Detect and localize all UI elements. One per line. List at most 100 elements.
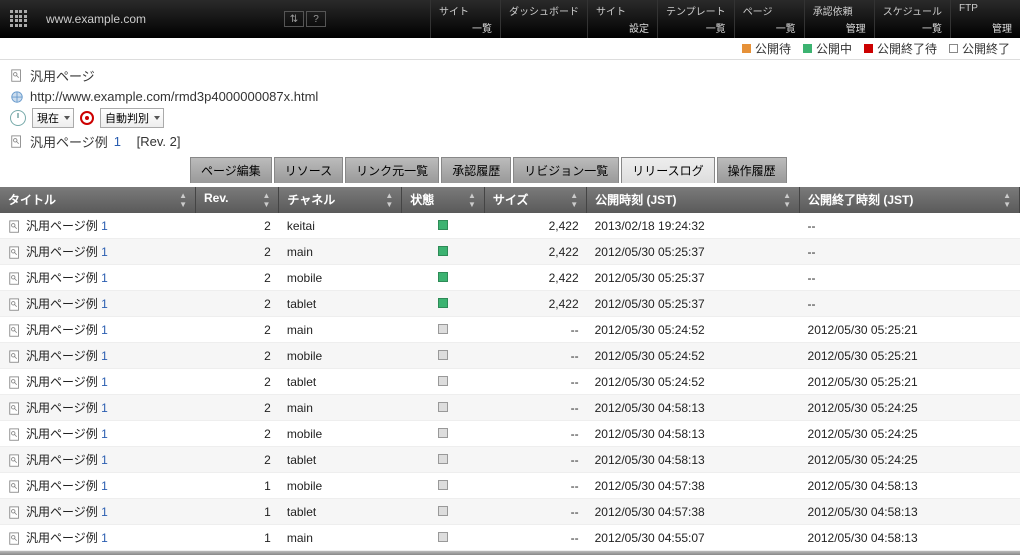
legend-label: 公開終了待 [877,40,937,57]
detect-select[interactable]: 自動判別 [100,108,164,128]
status-icon [438,350,448,360]
topbar-menu-7[interactable]: FTP管理 [950,0,1020,38]
help-icon[interactable]: ? [306,11,326,27]
menu-title: サイト [439,3,492,18]
table-row[interactable]: 汎用ページ例 11mobile--2012/05/30 04:57:382012… [0,473,1020,499]
col-1[interactable]: Rev.▲▼ [195,187,278,213]
tab-リンク元一覧[interactable]: リンク元一覧 [345,157,439,183]
table-row[interactable]: 汎用ページ例 11tablet--2012/05/30 04:57:382012… [0,499,1020,525]
menu-sub: 一覧 [666,20,726,38]
menu-title: 承認依頼 [813,3,866,18]
status-square-icon [742,44,751,53]
cell-title: 汎用ページ例 1 [0,525,195,551]
sort-icon: ▲▼ [385,191,393,209]
table-row[interactable]: 汎用ページ例 12tablet--2012/05/30 04:58:132012… [0,447,1020,473]
app-logo[interactable] [0,0,38,38]
topbar-menu-6[interactable]: スケジュール一覧 [874,0,950,38]
topbar-menu-3[interactable]: テンプレート一覧 [657,0,734,38]
status-square-icon [949,44,958,53]
col-3[interactable]: 状態▲▼ [402,187,485,213]
table-row[interactable]: 汎用ページ例 12mobile2,4222012/05/30 05:25:37-… [0,265,1020,291]
grid-icon [10,10,28,28]
cell-pub: 2012/05/30 05:25:37 [587,239,800,265]
title-num[interactable]: 1 [101,271,108,285]
title-num[interactable]: 1 [101,427,108,441]
page-title-num[interactable]: 1 [114,134,121,149]
cell-status [402,395,485,421]
tab-操作履歴[interactable]: 操作履歴 [717,157,787,183]
cell-channel: main [279,239,402,265]
table-row[interactable]: 汎用ページ例 12tablet2,4222012/05/30 05:25:37-… [0,291,1020,317]
table-row[interactable]: 汎用ページ例 12mobile--2012/05/30 04:58:132012… [0,421,1020,447]
title-num[interactable]: 1 [101,219,108,233]
table-row[interactable]: 汎用ページ例 12keitai2,4222013/02/18 19:24:32-… [0,213,1020,239]
status-square-icon [803,44,812,53]
time-select[interactable]: 現在 [32,108,74,128]
title-num[interactable]: 1 [101,375,108,389]
cell-size: -- [484,473,586,499]
topbar-menu-1[interactable]: ダッシュボード [500,0,587,38]
cell-size: -- [484,447,586,473]
table-row[interactable]: 汎用ページ例 12main--2012/05/30 05:24:522012/0… [0,317,1020,343]
tab-リリースログ[interactable]: リリースログ [621,157,714,183]
cell-end: 2012/05/30 05:25:21 [800,317,1020,343]
col-4[interactable]: サイズ▲▼ [484,187,586,213]
title-num[interactable]: 1 [101,401,108,415]
menu-sub: 一覧 [439,20,492,38]
title-num[interactable]: 1 [101,323,108,337]
page-icon [10,69,24,83]
legend-item: 公開待 [742,40,791,57]
site-domain[interactable]: www.example.com [38,0,278,38]
cell-end: 2012/05/30 05:25:21 [800,369,1020,395]
tab-リビジョン一覧[interactable]: リビジョン一覧 [513,157,619,183]
col-0[interactable]: タイトル▲▼ [0,187,195,213]
record-icon[interactable] [80,111,94,125]
cell-title: 汎用ページ例 1 [0,447,195,473]
cell-pub: 2012/05/30 04:58:13 [587,395,800,421]
col-5[interactable]: 公開時刻 (JST)▲▼ [587,187,800,213]
cell-end: 2012/05/30 05:24:25 [800,421,1020,447]
tab-承認履歴[interactable]: 承認履歴 [441,157,511,183]
cell-status [402,525,485,551]
sort-icon: ▲▼ [570,191,578,209]
cell-rev: 1 [195,525,278,551]
cell-size: -- [484,343,586,369]
table-body: 汎用ページ例 12keitai2,4222013/02/18 19:24:32-… [0,213,1020,551]
status-icon [438,220,448,230]
title-num[interactable]: 1 [101,531,108,545]
tab-リソース[interactable]: リソース [274,157,343,183]
menu-title: FTP [959,3,1012,14]
cell-pub: 2012/05/30 04:57:38 [587,499,800,525]
title-num[interactable]: 1 [101,349,108,363]
table-row[interactable]: 汎用ページ例 11main--2012/05/30 04:55:072012/0… [0,525,1020,551]
table-row[interactable]: 汎用ページ例 12main--2012/05/30 04:58:132012/0… [0,395,1020,421]
topbar-menu-0[interactable]: サイト一覧 [430,0,500,38]
table-header-row: タイトル▲▼Rev.▲▼チャネル▲▼状態▲▼サイズ▲▼公開時刻 (JST)▲▼公… [0,187,1020,213]
col-2[interactable]: チャネル▲▼ [279,187,402,213]
cell-title: 汎用ページ例 1 [0,499,195,525]
title-num[interactable]: 1 [101,245,108,259]
cell-size: 2,422 [484,265,586,291]
title-num[interactable]: 1 [101,297,108,311]
table-row[interactable]: 汎用ページ例 12mobile--2012/05/30 05:24:522012… [0,343,1020,369]
cell-pub: 2012/05/30 05:24:52 [587,343,800,369]
table-row[interactable]: 汎用ページ例 12main2,4222012/05/30 05:25:37-- [0,239,1020,265]
cell-rev: 2 [195,213,278,239]
cell-end: 2012/05/30 04:58:13 [800,499,1020,525]
page-icon [8,454,22,468]
toggle-icon[interactable]: ⇅ [284,11,304,27]
page-url[interactable]: http://www.example.com/rmd3p4000000087x.… [30,89,318,104]
cell-status [402,421,485,447]
topbar-menu-4[interactable]: ページ一覧 [734,0,804,38]
topbar-menu-5[interactable]: 承認依頼管理 [804,0,874,38]
title-num[interactable]: 1 [101,505,108,519]
tab-ページ編集[interactable]: ページ編集 [190,157,272,183]
cell-channel: mobile [279,343,402,369]
title-num[interactable]: 1 [101,479,108,493]
cell-pub: 2012/05/30 04:58:13 [587,421,800,447]
topbar-menu-2[interactable]: サイト設定 [587,0,657,38]
title-num[interactable]: 1 [101,453,108,467]
col-6[interactable]: 公開終了時刻 (JST)▲▼ [800,187,1020,213]
table-row[interactable]: 汎用ページ例 12tablet--2012/05/30 05:24:522012… [0,369,1020,395]
cell-channel: mobile [279,265,402,291]
